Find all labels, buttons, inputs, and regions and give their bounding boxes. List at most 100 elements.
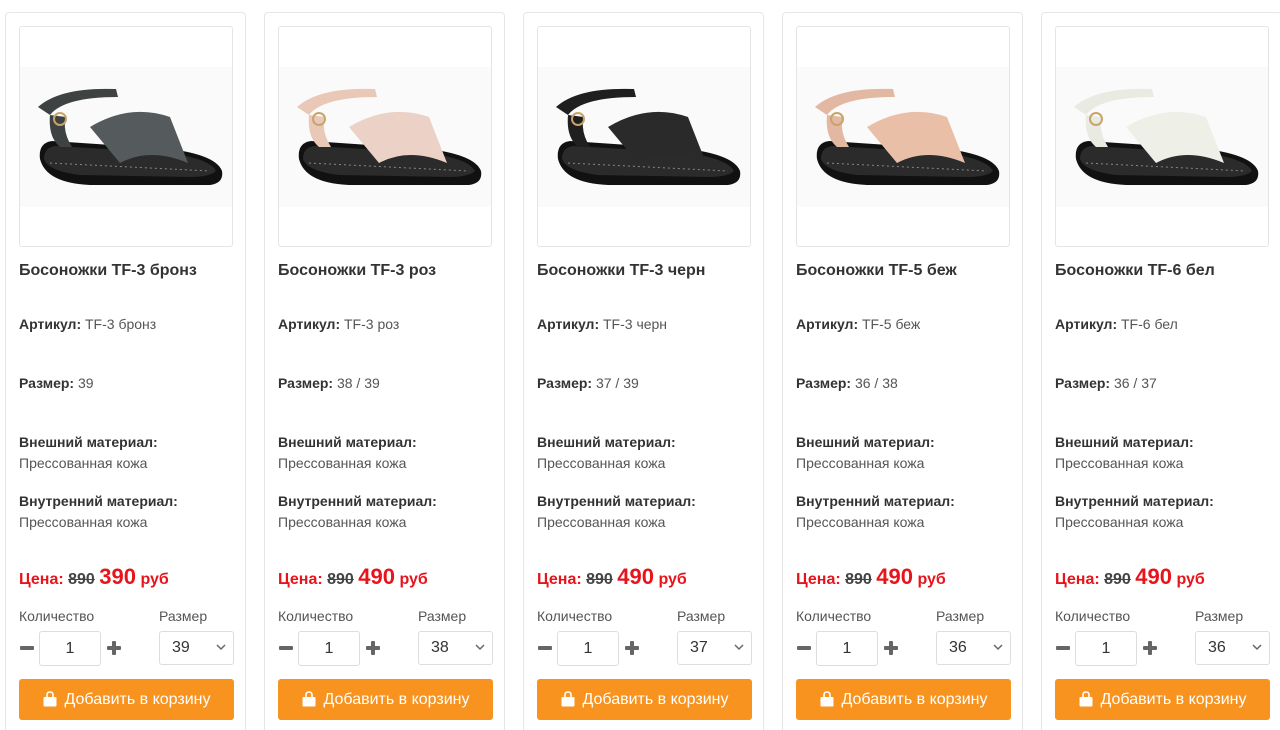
outer-material: Внешний материал: Прессованная кожа	[796, 432, 935, 474]
price-label: Цена:	[537, 571, 582, 588]
inner-material-label: Внутренний материал:	[278, 493, 437, 509]
increase-quantity-icon[interactable]	[364, 639, 382, 657]
add-to-cart-button[interactable]: Добавить в корзину	[19, 679, 234, 720]
old-price: 890	[1104, 571, 1131, 588]
size-select[interactable]: 36	[1195, 631, 1270, 665]
decrease-quantity-icon[interactable]	[18, 641, 36, 655]
outer-material: Внешний материал: Прессованная кожа	[537, 432, 676, 474]
decrease-quantity-icon[interactable]	[277, 641, 295, 655]
outer-material-label: Внешний материал:	[796, 434, 935, 450]
inner-material-label: Внутренний материал:	[1055, 493, 1214, 509]
new-price: 490	[876, 564, 913, 589]
product-article: Артикул: TF-3 черн	[537, 314, 667, 335]
article-value: TF-3 роз	[344, 316, 400, 332]
product-title[interactable]: Босоножки TF-3 черн	[537, 262, 705, 280]
sizes-value: 39	[77, 375, 94, 391]
quantity-label: Количество	[278, 608, 354, 624]
product-card: Босоножки TF-3 бронз Артикул: TF-3 бронз…	[5, 12, 246, 730]
article-label: Артикул:	[278, 316, 341, 332]
outer-material: Внешний материал: Прессованная кожа	[19, 432, 158, 474]
size-select-label: Размер	[677, 608, 726, 624]
inner-material: Внутренний материал: Прессованная кожа	[278, 491, 437, 533]
add-to-cart-label: Добавить в корзину	[1100, 690, 1247, 708]
article-value: TF-5 беж	[862, 316, 921, 332]
add-to-cart-button[interactable]: Добавить в корзину	[796, 679, 1011, 720]
increase-quantity-icon[interactable]	[1141, 639, 1159, 657]
quantity-input[interactable]	[1075, 631, 1137, 666]
product-sizes: Размер: 36 / 37	[1055, 373, 1157, 394]
product-card: Босоножки TF-3 черн Артикул: TF-3 черн Р…	[523, 12, 764, 730]
shopping-bag-icon	[302, 690, 316, 706]
shopping-bag-icon	[1079, 690, 1093, 706]
outer-material-label: Внешний материал:	[537, 434, 676, 450]
product-image[interactable]	[19, 26, 233, 247]
sandal-image	[538, 67, 750, 207]
add-to-cart-button[interactable]: Добавить в корзину	[537, 679, 752, 720]
size-select[interactable]: 37	[677, 631, 752, 665]
size-select-label: Размер	[936, 608, 985, 624]
price: Цена: 890 490 руб	[1055, 564, 1205, 590]
product-image[interactable]	[1055, 26, 1269, 247]
chevron-down-icon	[216, 644, 226, 651]
inner-material-value: Прессованная кожа	[1055, 514, 1184, 530]
size-select-value: 38	[431, 639, 449, 656]
sizes-label: Размер:	[796, 375, 852, 391]
increase-quantity-icon[interactable]	[105, 639, 123, 657]
outer-material-value: Прессованная кожа	[537, 455, 666, 471]
sizes-value: 36 / 37	[1113, 375, 1157, 391]
article-label: Артикул:	[1055, 316, 1118, 332]
product-title[interactable]: Босоножки TF-6 бел	[1055, 262, 1215, 280]
quantity-input[interactable]	[298, 631, 360, 666]
article-label: Артикул:	[796, 316, 859, 332]
size-select-label: Размер	[1195, 608, 1244, 624]
price: Цена: 890 490 руб	[796, 564, 946, 590]
product-image[interactable]	[796, 26, 1010, 247]
currency: руб	[1176, 571, 1205, 588]
quantity-input[interactable]	[557, 631, 619, 666]
size-select[interactable]: 38	[418, 631, 493, 665]
quantity-input[interactable]	[816, 631, 878, 666]
product-card: Босоножки TF-6 бел Артикул: TF-6 бел Раз…	[1041, 12, 1280, 730]
product-card: Босоножки TF-5 беж Артикул: TF-5 беж Раз…	[782, 12, 1023, 730]
outer-material-label: Внешний материал:	[1055, 434, 1194, 450]
size-select-value: 37	[690, 639, 708, 656]
product-sizes: Размер: 39	[19, 373, 94, 394]
add-to-cart-button[interactable]: Добавить в корзину	[278, 679, 493, 720]
size-select-label: Размер	[159, 608, 208, 624]
sandal-image	[797, 67, 1009, 207]
currency: руб	[399, 571, 428, 588]
inner-material-label: Внутренний материал:	[19, 493, 178, 509]
decrease-quantity-icon[interactable]	[1054, 641, 1072, 655]
increase-quantity-icon[interactable]	[882, 639, 900, 657]
old-price: 890	[68, 571, 95, 588]
article-label: Артикул:	[19, 316, 82, 332]
product-image[interactable]	[278, 26, 492, 247]
product-image[interactable]	[537, 26, 751, 247]
add-to-cart-label: Добавить в корзину	[841, 690, 988, 708]
shopping-bag-icon	[561, 690, 575, 706]
product-title[interactable]: Босоножки TF-5 беж	[796, 262, 957, 280]
outer-material-value: Прессованная кожа	[1055, 455, 1184, 471]
new-price: 490	[617, 564, 654, 589]
add-to-cart-button[interactable]: Добавить в корзину	[1055, 679, 1270, 720]
product-title[interactable]: Босоножки TF-3 бронз	[19, 262, 197, 280]
product-grid: Босоножки TF-3 бронз Артикул: TF-3 бронз…	[5, 12, 1280, 730]
sizes-label: Размер:	[19, 375, 75, 391]
increase-quantity-icon[interactable]	[623, 639, 641, 657]
quantity-label: Количество	[537, 608, 613, 624]
size-select[interactable]: 39	[159, 631, 234, 665]
quantity-input[interactable]	[39, 631, 101, 666]
product-title[interactable]: Босоножки TF-3 роз	[278, 262, 436, 280]
size-select[interactable]: 36	[936, 631, 1011, 665]
inner-material: Внутренний материал: Прессованная кожа	[796, 491, 955, 533]
decrease-quantity-icon[interactable]	[536, 641, 554, 655]
price: Цена: 890 390 руб	[19, 564, 169, 590]
new-price: 490	[1135, 564, 1172, 589]
inner-material-value: Прессованная кожа	[278, 514, 407, 530]
sandal-image	[20, 67, 232, 207]
sizes-label: Размер:	[1055, 375, 1111, 391]
inner-material: Внутренний материал: Прессованная кожа	[537, 491, 696, 533]
decrease-quantity-icon[interactable]	[795, 641, 813, 655]
product-article: Артикул: TF-3 роз	[278, 314, 399, 335]
inner-material: Внутренний материал: Прессованная кожа	[1055, 491, 1214, 533]
